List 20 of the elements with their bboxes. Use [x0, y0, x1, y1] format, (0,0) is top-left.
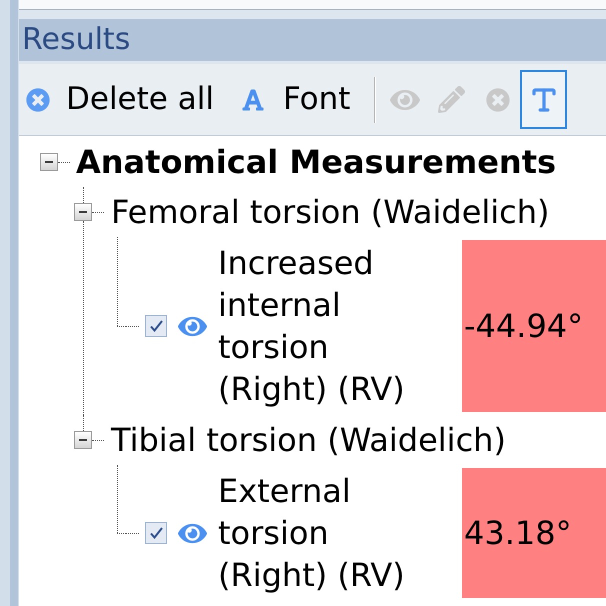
check-icon: [150, 527, 162, 539]
tree-item[interactable]: Femoral torsion (Waidelich): [111, 191, 550, 233]
minus-box-icon[interactable]: [74, 203, 92, 221]
measurement-value: 43.18°: [462, 468, 606, 598]
minus-box-icon[interactable]: [40, 153, 58, 171]
delete-all-button[interactable]: Delete all: [26, 84, 214, 115]
text-toggle-button[interactable]: [520, 70, 568, 129]
tree-item[interactable]: Increased internal torsion (Right) (RV): [218, 240, 428, 412]
measurement-value: -44.94°: [462, 240, 606, 412]
tree-item[interactable]: External torsion (Right) (RV): [218, 468, 428, 598]
checkbox[interactable]: [145, 315, 167, 337]
pencil-icon: [438, 86, 466, 113]
font-button[interactable]: Font: [240, 84, 350, 115]
font-icon: [240, 88, 265, 112]
panel-title: Results: [22, 25, 130, 55]
checkbox[interactable]: [145, 522, 167, 544]
tree-item[interactable]: Anatomical Measurements: [76, 141, 556, 183]
check-icon: [150, 320, 162, 332]
tree-item[interactable]: Tibial torsion (Waidelich): [111, 419, 506, 461]
minus-box-icon[interactable]: [74, 431, 92, 449]
